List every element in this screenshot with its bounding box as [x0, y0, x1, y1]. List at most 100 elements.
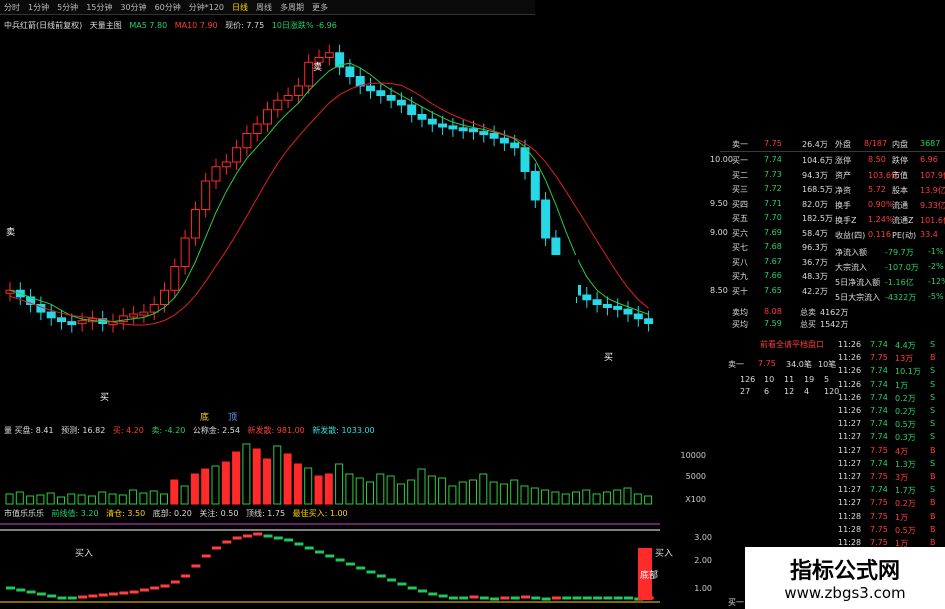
top-label: 顶	[228, 412, 237, 423]
volume-bar	[561, 493, 570, 505]
candle	[211, 166, 221, 182]
volume-bar	[355, 477, 364, 505]
tick-row: 11:26 7.74 10.1万 S	[838, 366, 936, 377]
volume-bar	[232, 451, 241, 505]
volume-bar	[499, 483, 508, 505]
bottom-label: 底	[200, 411, 209, 423]
volume-bar	[242, 443, 251, 505]
stat-row: 换手Z1.24%流通Z101.6亿	[835, 215, 945, 225]
stat-row: 收益(四) 0.116 PE(动) 33.4	[835, 230, 938, 240]
osc-legend-item: 市值乐乐乐	[4, 509, 44, 518]
volume-bar	[26, 495, 35, 505]
period-tab[interactable]: 更多	[308, 0, 332, 15]
volume-bar	[345, 473, 354, 505]
sell-label: 卖	[6, 227, 15, 238]
period-tab[interactable]: 5分钟	[53, 0, 82, 15]
stat-row: 涨停 8.50 跌停 6.96	[835, 155, 938, 165]
candle	[77, 320, 87, 325]
tick-row: 11:27 7.74 1.7万 S	[838, 485, 936, 496]
volume-bar	[77, 494, 86, 505]
candle	[386, 95, 396, 101]
watermark-url: www.zbgs3.com	[784, 584, 906, 602]
candle	[448, 125, 458, 130]
candle	[170, 266, 180, 291]
volume-bar	[293, 463, 302, 505]
volume-bar	[190, 473, 199, 505]
volume-bar	[366, 481, 374, 505]
candle	[458, 127, 468, 132]
tick-row: 11:27 7.75 4万 B	[838, 445, 936, 456]
volume-legend-item: 买: 4.20	[112, 426, 144, 435]
candle	[324, 52, 334, 58]
candle	[57, 317, 66, 323]
volume-bar	[118, 494, 127, 505]
volume-bar	[479, 473, 488, 505]
candle	[129, 313, 139, 318]
volume-bar	[46, 492, 55, 505]
volume-bar	[438, 477, 447, 505]
osc-axis-label: 1.00	[694, 584, 712, 593]
period-tab[interactable]: 15分钟	[82, 0, 116, 15]
period-tab[interactable]: 1分钟	[24, 0, 53, 15]
volume-bar	[592, 493, 601, 505]
volume-bar	[67, 493, 76, 505]
volume-axis-label: 5000	[686, 472, 706, 481]
volume-legend-item: 新发散: 1033.00	[312, 426, 375, 435]
volume-bar	[221, 461, 230, 505]
volume-bar	[530, 487, 539, 505]
period-tab[interactable]: 分钟*120	[185, 0, 228, 15]
candle	[160, 289, 169, 305]
osc-bottom-label: 底部	[640, 569, 658, 581]
volume-bar	[520, 485, 529, 505]
period-tab-daily[interactable]: 日线	[228, 0, 252, 15]
volume-bar	[510, 479, 519, 505]
volume-bar	[15, 491, 24, 505]
volume-bar	[633, 493, 642, 505]
volume-legend-item: 预测: 16.82	[61, 426, 106, 435]
candlestick-chart[interactable]: 卖 卖 买 买 底 顶	[0, 30, 720, 425]
volume-bar	[386, 475, 395, 505]
candle	[520, 147, 530, 172]
period-tab[interactable]: 30分钟	[116, 0, 150, 15]
volume-bar	[489, 481, 498, 505]
tick-row: 11:27 7.75 3万 B	[838, 472, 936, 482]
period-tab[interactable]: 周线	[252, 0, 276, 15]
candle	[396, 99, 406, 106]
candle	[366, 85, 375, 92]
period-toolbar: 分时 1分钟 5分钟 15分钟 30分钟 60分钟 分钟*120 日线 周线 多周期 更多	[0, 0, 535, 15]
candle	[376, 90, 386, 96]
candle	[417, 114, 427, 120]
osc-legend-item: 底部: 0.20	[152, 509, 192, 518]
volume-bar	[582, 489, 591, 505]
candle	[149, 304, 159, 313]
period-tab[interactable]: 分时	[0, 0, 24, 15]
candle	[592, 299, 602, 305]
period-tab[interactable]: 多周期	[276, 0, 308, 15]
candle	[469, 128, 478, 133]
candle	[541, 199, 551, 239]
tick-row: 11:26 7.74 4.4万 S	[838, 340, 936, 350]
quote-panel: 卖一 7.75 26.4万 外盘 8/187 内盘 3687 10.00 买一 7.…	[710, 135, 945, 609]
flow-row: 5日净流入额-1.16亿-12%	[835, 277, 945, 287]
tick-row: 11:28 7.75 0.5万 B	[838, 524, 936, 535]
volume-bar	[314, 475, 323, 505]
volume-bar	[180, 485, 189, 505]
indicator-name[interactable]: 天量主图	[90, 21, 122, 30]
volume-bar	[613, 489, 622, 505]
candle	[273, 99, 283, 111]
stock-title: 中兵红箭(日线前复权)	[4, 21, 83, 30]
candle	[407, 104, 417, 115]
volume-bar	[376, 473, 385, 505]
volume-chart[interactable]: 10000 5000 X100	[0, 436, 720, 506]
candle	[180, 237, 190, 267]
tick-row: 11:27 7.74 1.3万 S	[838, 458, 936, 469]
buy-label: 买	[604, 352, 613, 363]
candle	[613, 305, 623, 310]
volume-bar	[201, 468, 210, 505]
oscillator-chart[interactable]: 买入 买入 底部 3.00 2.00 1.00	[0, 518, 720, 609]
period-tab[interactable]: 60分钟	[151, 0, 185, 15]
candle	[510, 142, 520, 149]
candle	[242, 133, 252, 149]
osc-legend-item: 关注: 0.50	[199, 509, 239, 518]
volume-bar	[551, 491, 560, 505]
